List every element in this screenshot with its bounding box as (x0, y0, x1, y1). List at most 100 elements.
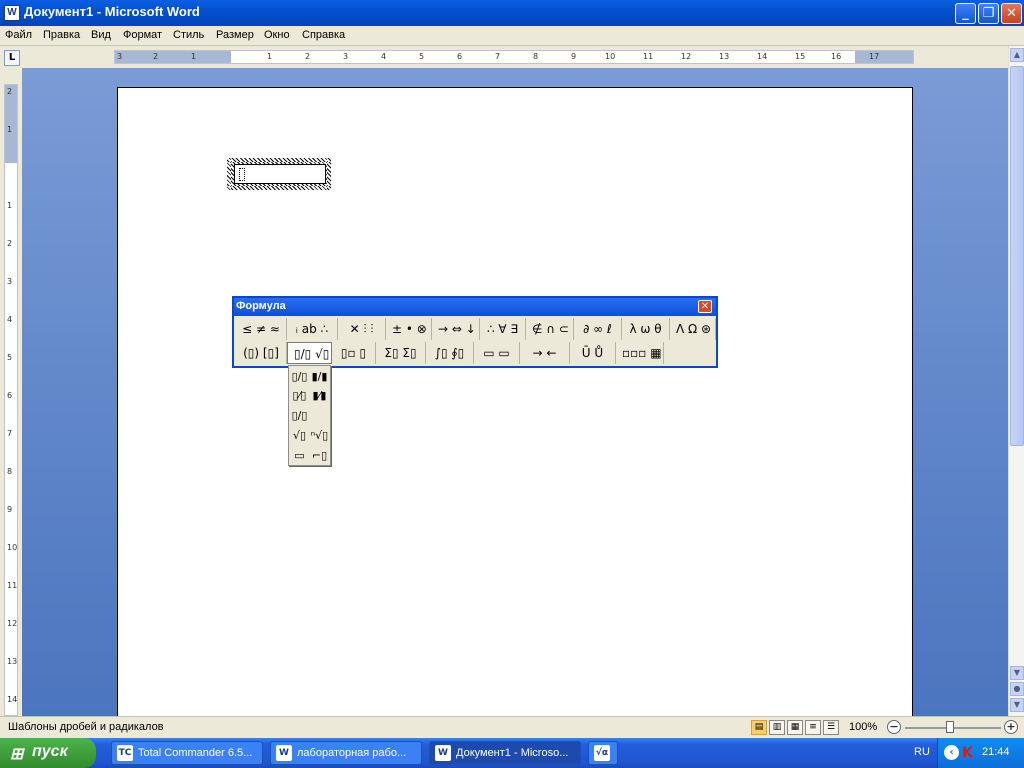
embellishments-button[interactable]: ✕ ⫶ ⫶ (338, 318, 386, 340)
summation-template-button[interactable]: Σ▯ Σ▯ (376, 342, 426, 364)
brackets-template-button[interactable]: (▯) [▯] (236, 342, 287, 364)
bar-template-button[interactable]: ▭ ▭ (474, 342, 520, 364)
taskbar-item-lab-doc[interactable]: W лабораторная рабо... (270, 741, 422, 765)
arrows-button[interactable]: → ⇔ ↓ (432, 318, 480, 340)
select-browse-object-icon[interactable]: ● (1010, 682, 1024, 696)
scroll-up-icon[interactable]: ▲ (1010, 48, 1024, 62)
logic-button[interactable]: ∴ ∀ ∃ (480, 318, 526, 340)
equation-object[interactable] (227, 158, 331, 190)
zoom-slider-thumb[interactable] (946, 721, 954, 733)
integral-template-button[interactable]: ∫▯ ∮▯ (426, 342, 474, 364)
spaces-button[interactable]: ᵢ ab ∴ (287, 318, 338, 340)
minimize-button[interactable]: _ (955, 3, 976, 24)
ruler-tick: 1 (191, 52, 197, 61)
operators-button[interactable]: ± • ⊗ (386, 318, 432, 340)
zoom-out-button[interactable]: − (887, 720, 901, 734)
ruler-tick: 2 (7, 239, 13, 248)
ruler-tick: 13 (7, 657, 18, 666)
status-text: Шаблоны дробей и радикалов (8, 721, 164, 733)
system-tray: ‹ K 21:44 (937, 738, 1024, 768)
total-commander-icon: TC (117, 745, 133, 761)
ruler-tick: 14 (757, 52, 768, 61)
misc-symbols-button[interactable]: ∂ ∞ ℓ (574, 318, 622, 340)
outline-view-icon[interactable]: ≡ (805, 720, 821, 735)
taskbar: ⊞ пуск TC Total Commander 6.5... W лабор… (0, 738, 1024, 768)
labeled-arrow-template-button[interactable]: → ← (520, 342, 570, 364)
start-button[interactable]: ⊞ пуск (0, 738, 96, 768)
menu-format[interactable]: Формат (123, 29, 162, 41)
equation-edit-area[interactable] (234, 164, 326, 184)
formula-toolbar-title[interactable]: Формула (234, 298, 716, 316)
formula-row-templates: (▯) [▯] ▯/▯ √▯ ▯▫ ▯ Σ▯ Σ▯ ∫▯ ∮▯ ▭ ▭ → ← … (236, 342, 664, 364)
taskbar-item-total-commander[interactable]: TC Total Commander 6.5... (111, 741, 263, 765)
status-bar: Шаблоны дробей и радикалов ▤ ▥ ▦ ≡ ☰ 100… (0, 716, 1024, 738)
show-hidden-icons-icon[interactable]: ‹ (944, 745, 959, 760)
vertical-ruler[interactable]: 2 1 1 2 3 4 5 6 7 8 9 10 11 12 13 14 (4, 84, 18, 716)
ruler-tick: 1 (7, 201, 13, 210)
relations-button[interactable]: ≤ ≠ ≈ (236, 318, 287, 340)
taskbar-item-equation-editor[interactable]: √α (588, 741, 618, 765)
ruler-tick: 1 (267, 52, 273, 61)
palette-square-root[interactable]: √▯ (290, 426, 309, 445)
maximize-button[interactable]: ❐ (978, 3, 999, 24)
palette-slash-fraction[interactable]: ▯⁄▯ (290, 386, 309, 405)
vertical-scrollbar[interactable]: ▲ ▼ ● ▼ (1008, 46, 1024, 716)
ruler-tick: 3 (343, 52, 349, 61)
fraction-radical-template-button[interactable]: ▯/▯ √▯ (287, 342, 332, 364)
taskbar-item-document1[interactable]: W Документ1 - Microso... (429, 741, 581, 765)
palette-long-division-quotient[interactable]: ⌐▯ (310, 446, 329, 465)
ruler-tick: 8 (533, 52, 539, 61)
palette-full-fraction[interactable]: ▯/▯ (290, 367, 309, 386)
zoom-level[interactable]: 100% (849, 721, 877, 733)
matrix-template-button[interactable]: ▫▫▫ ▦ (616, 342, 664, 364)
word-doc-icon[interactable]: W (4, 5, 20, 21)
ruler-tick: 11 (643, 52, 654, 61)
scroll-thumb[interactable] (1010, 66, 1024, 446)
windows-flag-icon: ⊞ (10, 746, 24, 763)
menu-edit[interactable]: Правка (43, 29, 80, 41)
ruler-tick: 10 (7, 543, 18, 552)
full-screen-reading-icon[interactable]: ▥ (769, 720, 785, 735)
next-page-icon[interactable]: ▼ (1010, 698, 1024, 712)
menu-size[interactable]: Размер (216, 29, 254, 41)
zoom-in-button[interactable]: + (1004, 720, 1018, 734)
subscript-template-button[interactable]: ▯▫ ▯ (332, 342, 376, 364)
close-button[interactable]: ✕ (1001, 3, 1022, 24)
tab-stop-selector[interactable]: L (4, 50, 20, 66)
menu-file[interactable]: Файл (5, 29, 32, 41)
draft-view-icon[interactable]: ☰ (823, 720, 839, 735)
menu-style[interactable]: Стиль (173, 29, 204, 41)
palette-small-fraction[interactable]: ▮/▮ (310, 367, 329, 386)
taskbar-item-label: Документ1 - Microso... (456, 747, 569, 759)
clock[interactable]: 21:44 (982, 746, 1010, 758)
antivirus-icon[interactable]: K (962, 745, 973, 761)
close-icon[interactable]: ✕ (698, 300, 712, 313)
greek-upper-button[interactable]: Λ Ω ⊛ (670, 318, 716, 340)
print-layout-view-icon[interactable]: ▤ (751, 720, 767, 735)
ruler-tick: 12 (681, 52, 692, 61)
menu-view[interactable]: Вид (91, 29, 111, 41)
product-template-button[interactable]: Ū Ů (570, 342, 616, 364)
language-indicator[interactable]: RU (914, 746, 930, 758)
sets-button[interactable]: ∉ ∩ ⊂ (526, 318, 574, 340)
start-label: пуск (32, 743, 68, 760)
menu-help[interactable]: Справка (302, 29, 345, 41)
ruler-tick: 15 (795, 52, 806, 61)
taskbar-item-label: лабораторная рабо... (297, 747, 407, 759)
menu-window[interactable]: Окно (264, 29, 290, 41)
scroll-down-icon[interactable]: ▼ (1010, 666, 1024, 680)
ruler-tick: 8 (7, 467, 13, 476)
palette-nth-root[interactable]: ⁿ√▯ (310, 426, 329, 445)
palette-inline-fraction[interactable]: ▯/▯ (290, 406, 309, 425)
ruler-tick: 12 (7, 619, 18, 628)
ruler-tick: 4 (381, 52, 387, 61)
menu-bar: Файл Правка Вид Формат Стиль Размер Окно… (0, 26, 1024, 46)
palette-long-division[interactable]: ▭ (290, 446, 309, 465)
equation-slot[interactable] (239, 168, 245, 181)
greek-lower-button[interactable]: λ ω θ (622, 318, 670, 340)
web-layout-icon[interactable]: ▦ (787, 720, 803, 735)
horizontal-ruler[interactable]: 3 2 1 1 2 3 4 5 6 7 8 9 10 11 12 13 14 1… (114, 50, 914, 64)
ruler-tick: 3 (117, 52, 123, 61)
palette-small-slash-fraction[interactable]: ▮⁄▮ (310, 386, 329, 405)
ruler-tick: 17 (869, 52, 880, 61)
